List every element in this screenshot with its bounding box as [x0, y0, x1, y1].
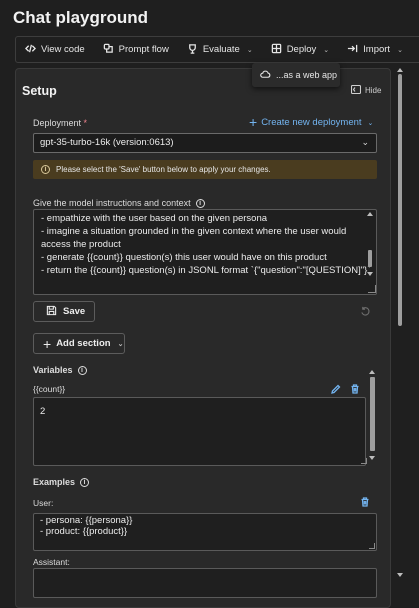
user-example-label: User:: [33, 498, 54, 508]
instruction-line: - empathize with the user based on the g…: [41, 213, 268, 224]
instructions-label: Give the model instructions and context …: [33, 198, 205, 208]
edit-icon[interactable]: [331, 384, 341, 397]
instruction-line: access the product: [41, 239, 121, 250]
instruction-line: - return the {{count}} question(s) in JS…: [41, 265, 371, 276]
page-scrollbar-thumb[interactable]: [398, 74, 402, 326]
create-deployment-label: Create new deployment: [261, 117, 362, 128]
evaluate-label: Evaluate: [202, 44, 240, 55]
textarea-scroll-down-arrow[interactable]: [367, 272, 373, 276]
instruction-line: - imagine a situation grounded in the gi…: [41, 226, 347, 237]
collapse-panel-icon: [350, 84, 362, 96]
variables-label: Variables i: [33, 365, 87, 375]
deploy-button[interactable]: Deploy ⌄: [262, 37, 338, 62]
add-section-label: Add section: [56, 338, 111, 349]
save-label: Save: [63, 306, 86, 317]
scroll-up-arrow[interactable]: [397, 68, 403, 72]
prompt-flow-icon: [103, 43, 114, 57]
deploy-menu: ...as a web app: [252, 63, 340, 87]
create-deployment-button[interactable]: + Create new deployment ⌄: [249, 114, 374, 130]
variable-value-textarea[interactable]: [33, 397, 366, 466]
user-example-text: - persona: {{persona}} - product: {{prod…: [40, 515, 132, 537]
info-icon[interactable]: i: [195, 198, 205, 208]
delete-icon[interactable]: [350, 384, 360, 397]
scroll-down-arrow[interactable]: [397, 573, 403, 577]
prompt-flow-button[interactable]: Prompt flow: [94, 37, 178, 62]
section-scrollbar-thumb[interactable]: [370, 377, 375, 451]
plus-icon: +: [249, 114, 258, 130]
import-label: Import: [363, 44, 391, 55]
resize-grip-icon[interactable]: [361, 458, 367, 464]
variable-name: {{count}}: [33, 384, 66, 394]
deploy-icon: [271, 43, 282, 57]
chevron-down-icon: ⌄: [367, 119, 374, 127]
plus-icon: +: [43, 335, 52, 352]
deployment-selected-value: gpt-35-turbo-16k (version:0613): [40, 137, 174, 148]
chevron-down-icon: ⌄: [117, 340, 124, 348]
textarea-scroll-up-arrow[interactable]: [367, 212, 373, 216]
resize-grip-icon[interactable]: [368, 285, 376, 293]
hide-label: Hide: [365, 86, 382, 95]
example-line: - persona: {{persona}}: [40, 515, 133, 526]
code-icon: [25, 43, 36, 57]
variable-value: 2: [40, 406, 46, 417]
cloud-icon: [260, 69, 271, 82]
info-icon[interactable]: i: [80, 477, 90, 487]
system-message-text: - empathize with the user based on the g…: [41, 212, 371, 277]
info-icon: i: [41, 165, 50, 174]
reset-icon[interactable]: [360, 306, 371, 320]
deployment-select[interactable]: gpt-35-turbo-16k (version:0613) ⌄: [33, 133, 377, 153]
info-icon[interactable]: i: [77, 365, 87, 375]
view-code-label: View code: [41, 44, 85, 55]
resize-grip-icon[interactable]: [369, 543, 375, 549]
export-button[interactable]: [412, 37, 419, 62]
required-marker: *: [83, 118, 88, 128]
import-icon: [347, 43, 358, 57]
instruction-line: - generate {{count}} question(s) this us…: [41, 252, 327, 263]
save-warning-banner: i Please select the 'Save' button below …: [33, 160, 377, 179]
example-line: - product: {{product}}: [40, 526, 128, 537]
chevron-down-icon: ⌄: [246, 46, 253, 54]
prompt-flow-label: Prompt flow: [118, 44, 169, 55]
deploy-label: Deploy: [286, 44, 317, 55]
section-scroll-up-arrow[interactable]: [369, 370, 375, 374]
evaluate-button[interactable]: Evaluate ⌄: [178, 37, 262, 62]
section-scroll-down-arrow[interactable]: [369, 456, 375, 460]
chevron-down-icon: ⌄: [361, 137, 369, 147]
deploy-web-app-option[interactable]: ...as a web app: [276, 70, 337, 80]
setup-title: Setup: [22, 84, 57, 98]
page-title: Chat playground: [13, 8, 149, 27]
add-section-button[interactable]: + Add section ⌄: [33, 333, 125, 354]
assistant-example-label: Assistant:: [33, 557, 70, 567]
save-icon: [46, 305, 57, 319]
examples-label: Examples i: [33, 477, 90, 487]
view-code-button[interactable]: View code: [16, 37, 94, 62]
warning-text: Please select the 'Save' button below to…: [56, 165, 271, 174]
textarea-scrollbar-thumb[interactable]: [368, 250, 372, 267]
chevron-down-icon: ⌄: [323, 46, 330, 54]
deployment-label: Deployment *: [33, 118, 88, 128]
import-button[interactable]: Import ⌄: [338, 37, 412, 62]
toolbar: View code Prompt flow Evaluate ⌄ Deploy …: [15, 36, 419, 63]
chevron-down-icon: ⌄: [397, 46, 403, 54]
delete-icon[interactable]: [360, 497, 370, 510]
hide-setup-button[interactable]: Hide: [350, 84, 382, 96]
save-button[interactable]: Save: [33, 301, 95, 322]
evaluate-icon: [187, 43, 198, 57]
